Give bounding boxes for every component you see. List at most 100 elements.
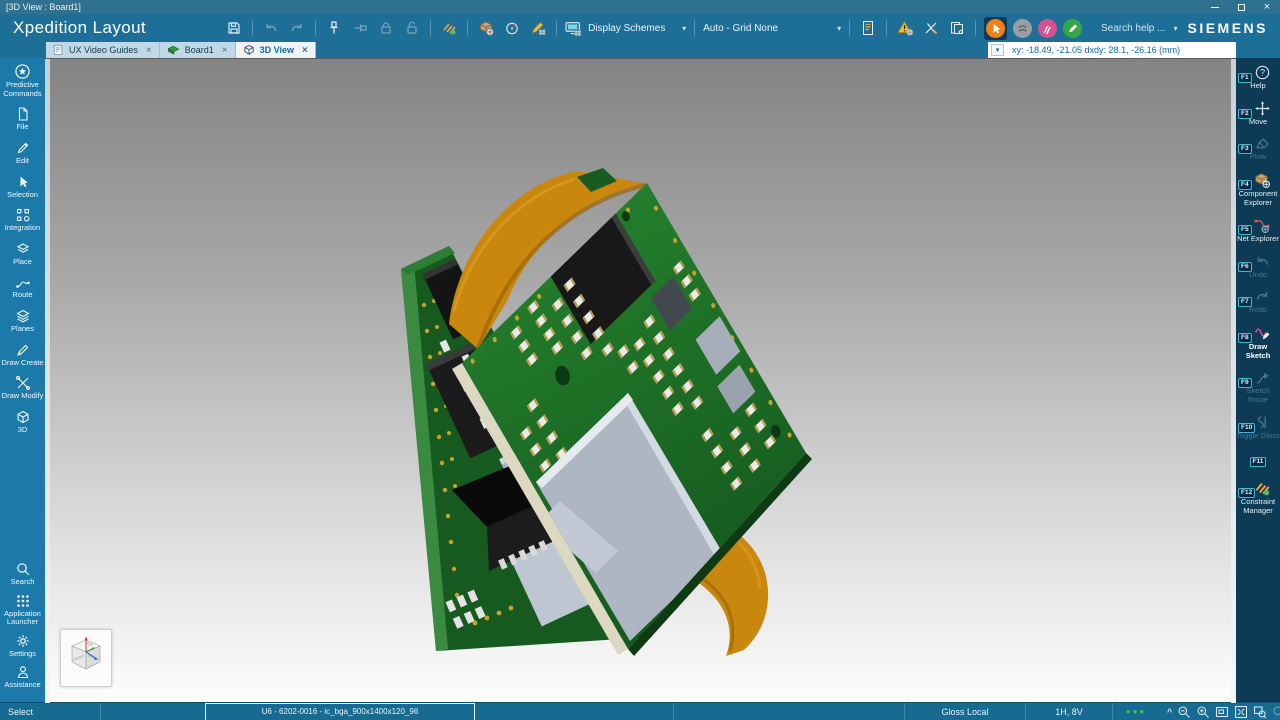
cube-icon — [15, 409, 31, 425]
tool-redo[interactable]: F7 Redo — [1236, 288, 1280, 315]
drc-warning-button[interactable] — [895, 18, 915, 38]
tab-label: Board1 — [185, 45, 214, 55]
display-schemes-dropdown[interactable]: Display Schemes ▾ — [565, 20, 686, 37]
sidebar-item-selection[interactable]: Selection — [0, 174, 45, 200]
sidebar-item-3d[interactable]: 3D — [0, 409, 45, 435]
protractor-icon — [504, 20, 520, 36]
zoom-in-button[interactable] — [1196, 705, 1210, 719]
pin-button[interactable] — [324, 18, 344, 38]
pages-button[interactable] — [947, 18, 967, 38]
sidebar-item-route[interactable]: Route — [0, 274, 45, 300]
tool-net-explorer[interactable]: F5 Net Explorer — [1236, 216, 1280, 244]
warning-icon — [896, 19, 914, 37]
unlock-icon — [404, 20, 420, 36]
tool-help[interactable]: ? F1 Help — [1236, 64, 1280, 91]
sketch-route-icon — [1254, 369, 1271, 386]
tab-board1[interactable]: Board1 × — [160, 42, 236, 58]
hazard-hatch-icon — [441, 20, 457, 36]
sidebar-item-draw-modify[interactable]: Draw Modify — [0, 375, 45, 401]
zoom-out-button[interactable] — [1177, 705, 1191, 719]
measure-button[interactable] — [502, 18, 522, 38]
help-search-input[interactable]: Search help ... ▾ — [1101, 23, 1178, 34]
close-button[interactable]: × — [1254, 0, 1280, 14]
cutter-button[interactable] — [921, 18, 941, 38]
grid-mode-dropdown[interactable]: Auto - Grid None ▾ — [703, 23, 841, 34]
view-board-button[interactable] — [1215, 705, 1229, 719]
draw-sketch-icon — [1253, 324, 1271, 342]
view-cube[interactable]: TOP FRONT RIGHT — [60, 629, 112, 687]
sidebar-item-file[interactable]: File — [0, 106, 45, 132]
sidebar-item-place[interactable]: Place — [0, 241, 45, 267]
pin-horizontal-icon — [352, 20, 368, 36]
status-indicator-dots: ●●● — [1113, 707, 1159, 716]
sidebar-item-integration[interactable]: Integration — [0, 207, 45, 233]
tool-f11[interactable]: F11 — [1236, 457, 1280, 468]
display-schemes-icon — [565, 20, 582, 37]
xpedition-layout-window: [3D View : Board1] × Xpedition Layout — [0, 0, 1280, 720]
sidebar-item-predictive-commands[interactable]: Predictive Commands — [0, 63, 45, 98]
sidebar-item-draw-create[interactable]: Draw Create — [0, 342, 45, 368]
star-circle-icon — [14, 63, 31, 80]
view-cube-graphic: TOP FRONT RIGHT — [63, 632, 109, 684]
pan-mode-button[interactable] — [1013, 19, 1032, 38]
search-icon — [15, 561, 31, 577]
component-3d-button[interactable] — [476, 18, 496, 38]
sidebar-item-settings[interactable]: Settings — [0, 633, 45, 659]
select-mode-button[interactable] — [984, 17, 1007, 40]
canvas-right-edge — [1231, 59, 1236, 703]
sidebar-item-planes[interactable]: Planes — [0, 308, 45, 334]
place-icon — [15, 241, 31, 257]
tool-sketch-route[interactable]: F9 Sketch Route — [1236, 369, 1280, 404]
unlock-button[interactable] — [402, 18, 422, 38]
sidebar-item-assistance[interactable]: Assistance — [0, 664, 45, 690]
3d-viewport[interactable]: TOP FRONT RIGHT — [45, 58, 1236, 702]
redo-button[interactable] — [287, 18, 307, 38]
pin-horizontal-button[interactable] — [350, 18, 370, 38]
undo-button[interactable] — [261, 18, 281, 38]
sidebar-item-application-launcher[interactable]: Application Launcher — [0, 593, 45, 627]
annotate-button[interactable] — [528, 18, 548, 38]
restore-icon — [1238, 4, 1245, 11]
minimize-button[interactable] — [1202, 0, 1228, 14]
status-expand-button[interactable]: ^ — [1167, 707, 1172, 717]
save-button[interactable] — [224, 18, 244, 38]
tool-undo[interactable]: F6 Undo — [1236, 253, 1280, 280]
pencil-table-icon — [529, 19, 547, 37]
draw-mode-button[interactable] — [1063, 19, 1082, 38]
zoom-previous-button[interactable] — [1272, 705, 1280, 719]
tool-constraint-manager[interactable]: F12 Constraint Manager — [1236, 479, 1280, 515]
coords-dropdown-button[interactable]: ▾ — [991, 44, 1004, 56]
lock-button[interactable] — [376, 18, 396, 38]
grid-mode-label: Auto - Grid None — [703, 23, 831, 34]
tab-3d-view[interactable]: 3D View × — [236, 42, 316, 58]
route-mode-button[interactable] — [1038, 19, 1057, 38]
lock-icon — [378, 20, 394, 36]
tab-ux-video-guides[interactable]: UX Video Guides × — [46, 42, 160, 58]
cursor-icon — [988, 21, 1003, 36]
zoom-selection-button[interactable] — [1253, 705, 1267, 719]
routes-icon — [1040, 21, 1055, 36]
pencil-icon — [1065, 21, 1080, 36]
tool-toggle-gloss[interactable]: F10 Toggle Gloss — [1236, 414, 1280, 441]
tool-plow[interactable]: F3 Plow — [1236, 135, 1280, 162]
tool-component-explorer[interactable]: F4 Component Explorer — [1236, 171, 1280, 207]
pin-icon — [326, 20, 342, 36]
close-tab-icon[interactable]: × — [222, 45, 228, 56]
board-icon — [167, 44, 180, 56]
tool-move[interactable]: F2 Move — [1236, 100, 1280, 127]
right-function-sidebar: ? F1 Help F2 Move F3 Plow F4 Component E… — [1236, 58, 1280, 702]
integration-icon — [15, 207, 31, 223]
report-button[interactable] — [858, 18, 878, 38]
restore-button[interactable] — [1228, 0, 1254, 14]
pencil-icon — [15, 140, 31, 156]
tab-label: 3D View — [260, 45, 294, 55]
hazard-plan-button[interactable] — [439, 18, 459, 38]
fit-extents-button[interactable] — [1234, 705, 1248, 719]
help-search-placeholder: Search help ... — [1101, 23, 1165, 34]
close-tab-icon[interactable]: × — [302, 45, 308, 56]
sidebar-item-edit[interactable]: Edit — [0, 140, 45, 166]
siemens-logo: SIEMENS — [1187, 20, 1280, 36]
close-tab-icon[interactable]: × — [146, 45, 152, 56]
sidebar-item-search[interactable]: Search — [0, 561, 45, 587]
tool-draw-sketch[interactable]: F8 Draw Sketch — [1236, 324, 1280, 360]
